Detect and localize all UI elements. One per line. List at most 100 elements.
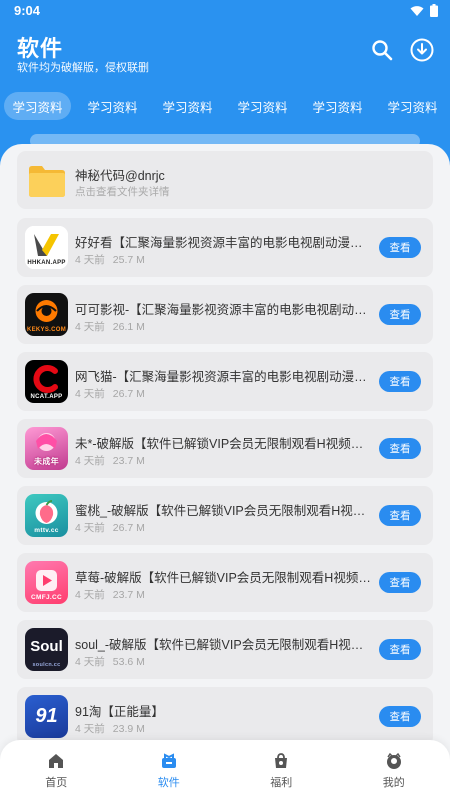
- folder-name: 神秘代码@dnrjc: [75, 169, 165, 183]
- app-card-91tao[interactable]: 91 91淘【正能量】 4 天前 23.9 M 查看: [17, 687, 433, 746]
- app-time: 4 天前: [75, 589, 105, 601]
- peach-app-icon: mttv.cc: [25, 494, 68, 537]
- app-title: 可可影视-【汇聚海量影视资源丰富的电影电视剧动漫等…: [75, 303, 375, 317]
- app-size: 23.9 M: [112, 723, 145, 735]
- tab-study-5[interactable]: 学习资料: [304, 92, 371, 120]
- app-size: 26.7 M: [112, 522, 145, 534]
- nav-home[interactable]: 首页: [0, 740, 113, 800]
- nav-software[interactable]: 软件: [113, 740, 226, 800]
- app-meta: 4 天前 23.7 M: [75, 587, 145, 602]
- app-time: 4 天前: [75, 656, 105, 668]
- view-button[interactable]: 查看: [379, 572, 421, 593]
- search-icon: [372, 40, 393, 61]
- app-91-icon: 91: [25, 695, 68, 738]
- soul-app-icon: Soul soulcn.cc: [25, 628, 68, 671]
- app-91-icon-text: 91: [35, 705, 58, 727]
- soul-icon-domain: soulcn.cc: [32, 662, 61, 668]
- app-time: 4 天前: [75, 388, 105, 400]
- soul-icon-text: Soul: [30, 638, 63, 655]
- app-card-soul[interactable]: Soul soulcn.cc soul_-破解版【软件已解锁VIP会员无限制观看…: [17, 620, 433, 679]
- view-button[interactable]: 查看: [379, 505, 421, 526]
- folder-hint: 点击查看文件夹详情: [75, 186, 170, 198]
- nav-software-label: 软件: [157, 777, 180, 789]
- app-meta: 4 天前 26.7 M: [75, 520, 145, 535]
- app-meta: 4 天前 26.7 M: [75, 386, 145, 401]
- download-icon: [410, 38, 434, 62]
- nav-mine[interactable]: 我的: [338, 740, 450, 800]
- strawberry-app-icon: CMFJ.CC: [25, 561, 68, 604]
- app-meta: 4 天前 23.7 M: [75, 453, 145, 468]
- home-icon: [49, 754, 64, 768]
- profile-icon: [386, 752, 401, 769]
- folder-icon: [29, 166, 65, 197]
- app-size: 26.7 M: [112, 388, 145, 400]
- app-title: 草莓-破解版【软件已解锁VIP会员无限制观看H视频请勿…: [75, 571, 375, 585]
- strawberry-icon-text: CMFJ.CC: [31, 594, 62, 601]
- peach-icon-text: mttv.cc: [34, 527, 59, 534]
- app-meta: 4 天前 53.6 M: [75, 654, 145, 669]
- view-button[interactable]: 查看: [379, 639, 421, 660]
- status-bar: 9:04: [0, 0, 450, 22]
- app-card-kekys[interactable]: KEKYS.COM 可可影视-【汇聚海量影视资源丰富的电影电视剧动漫等… 4 天…: [17, 285, 433, 344]
- app-title: 好好看【汇聚海量影视资源丰富的电影电视剧动漫等内…: [75, 236, 375, 250]
- view-button[interactable]: 查看: [379, 371, 421, 392]
- app-size: 26.1 M: [112, 321, 145, 333]
- download-button[interactable]: [408, 36, 436, 64]
- tab-study-3[interactable]: 学习资料: [154, 92, 221, 120]
- app-time: 4 天前: [75, 254, 105, 266]
- app-size: 23.7 M: [112, 589, 145, 601]
- nav-welfare[interactable]: 福利: [225, 740, 338, 800]
- ncat-app-icon: NCAT.APP: [25, 360, 68, 403]
- category-tabs: 学习资料 学习资料 学习资料 学习资料 学习资料 学习资料: [4, 92, 450, 122]
- search-button[interactable]: [368, 36, 396, 64]
- app-title: 蜜桃_-破解版【软件已解锁VIP会员无限制观看H视频请…: [75, 504, 375, 518]
- app-title: 网飞猫-【汇聚海量影视资源丰富的电影电视剧动漫等内…: [75, 370, 375, 384]
- content-panel: 神秘代码@dnrjc 点击查看文件夹详情 HHKAN.APP 好好看【汇聚海量影…: [0, 144, 450, 800]
- nav-mine-label: 我的: [382, 777, 405, 789]
- app-card-weichengnian[interactable]: 未成年 未*-破解版【软件已解锁VIP会员无限制观看H视频请勿… 4 天前 23.…: [17, 419, 433, 478]
- kekys-icon-text: KEKYS.COM: [26, 327, 67, 333]
- apps-icon: [161, 753, 176, 768]
- tab-study-6[interactable]: 学习资料: [379, 92, 446, 120]
- app-meta: 4 天前 25.7 M: [75, 252, 145, 267]
- kekys-app-icon: KEKYS.COM: [25, 293, 68, 336]
- gift-bag-icon: [275, 753, 288, 768]
- app-title: 91淘【正能量】: [75, 705, 164, 719]
- tab-study-1[interactable]: 学习资料: [4, 92, 71, 120]
- app-time: 4 天前: [75, 522, 105, 534]
- app-time: 4 天前: [75, 321, 105, 333]
- view-button[interactable]: 查看: [379, 304, 421, 325]
- nav-home-label: 首页: [45, 777, 68, 789]
- view-button[interactable]: 查看: [379, 237, 421, 258]
- anime-app-icon: 未成年: [25, 427, 68, 470]
- status-icons: [410, 4, 438, 17]
- status-time: 9:04: [14, 3, 41, 18]
- view-button[interactable]: 查看: [379, 438, 421, 459]
- app-time: 4 天前: [75, 723, 105, 735]
- anime-icon-text: 未成年: [34, 457, 59, 466]
- app-title: 未*-破解版【软件已解锁VIP会员无限制观看H视频请勿…: [75, 437, 375, 451]
- page-subtitle: 软件均为破解版，侵权联删: [17, 62, 149, 74]
- app-size: 25.7 M: [112, 254, 145, 266]
- ncat-icon-text: NCAT.APP: [30, 394, 63, 400]
- app-card-ncat[interactable]: NCAT.APP 网飞猫-【汇聚海量影视资源丰富的电影电视剧动漫等内… 4 天前…: [17, 352, 433, 411]
- battery-icon: [430, 4, 438, 17]
- app-title: soul_-破解版【软件已解锁VIP会员无限制观看H视频请…: [75, 638, 375, 652]
- app-header: 软件 软件均为破解版，侵权联删: [0, 22, 450, 92]
- hhkan-icon-text: HHKAN.APP: [27, 260, 66, 266]
- app-size: 53.6 M: [112, 656, 145, 668]
- view-button[interactable]: 查看: [379, 706, 421, 727]
- app-card-hhkan[interactable]: HHKAN.APP 好好看【汇聚海量影视资源丰富的电影电视剧动漫等内… 4 天前…: [17, 218, 433, 277]
- bottom-nav: 首页 软件 福利 我的: [0, 740, 450, 800]
- app-card-caomei[interactable]: CMFJ.CC 草莓-破解版【软件已解锁VIP会员无限制观看H视频请勿… 4 天…: [17, 553, 433, 612]
- wifi-icon: [410, 5, 424, 16]
- app-card-mitao[interactable]: mttv.cc 蜜桃_-破解版【软件已解锁VIP会员无限制观看H视频请… 4 天…: [17, 486, 433, 545]
- nav-welfare-label: 福利: [270, 777, 293, 789]
- app-time: 4 天前: [75, 455, 105, 467]
- app-size: 23.7 M: [112, 455, 145, 467]
- tab-study-4[interactable]: 学习资料: [229, 92, 296, 120]
- hhkan-app-icon: HHKAN.APP: [25, 226, 68, 269]
- tab-study-2[interactable]: 学习资料: [79, 92, 146, 120]
- folder-card[interactable]: 神秘代码@dnrjc 点击查看文件夹详情: [17, 151, 433, 209]
- app-meta: 4 天前 23.9 M: [75, 721, 145, 736]
